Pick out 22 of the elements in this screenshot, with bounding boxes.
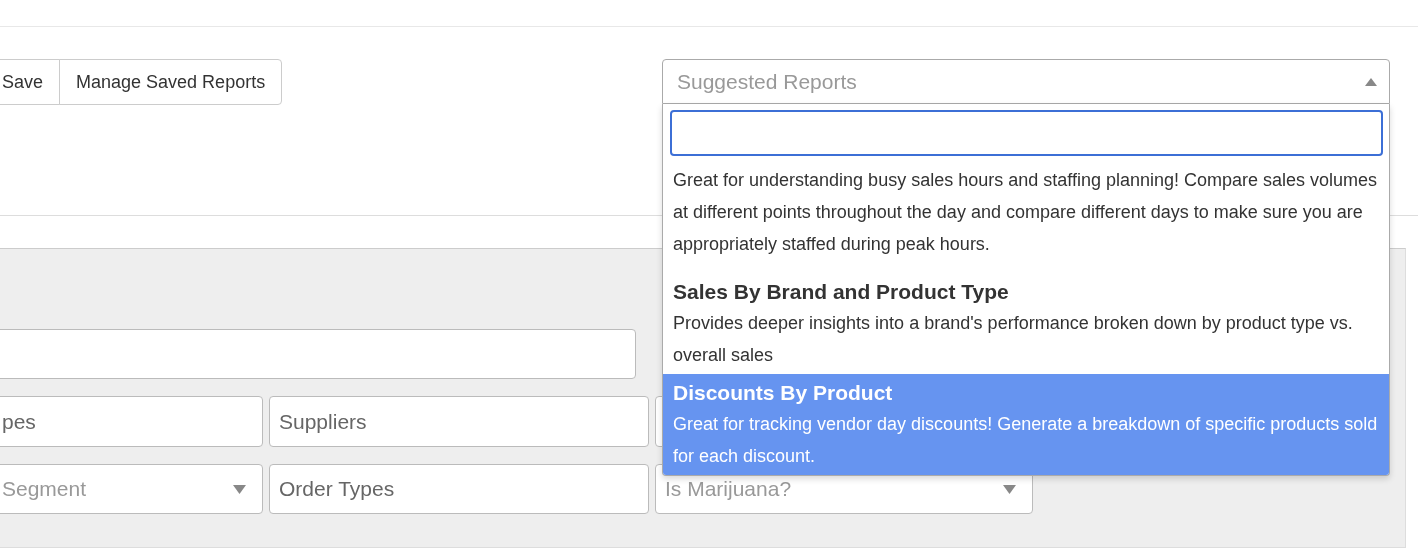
report-option[interactable]: Sales By Brand and Product Type Provides deeper insights into a brand's performance broken down by product type vs. overall sales — [663, 263, 1389, 374]
field-placeholder: Segment — [2, 477, 87, 501]
report-description: Great for understanding busy sales hours and staffing planning! Compare sales volumes at different points throughout the day and compare different days to make sure you are appropriately staffed during peak hours. — [673, 169, 1379, 256]
input-field[interactable] — [0, 329, 636, 379]
caret-down-icon — [1003, 484, 1016, 494]
field-placeholder: Is Marijuana? — [665, 477, 792, 501]
report-title: Sales By Brand and Product Type — [673, 279, 1010, 305]
field-placeholder: Suppliers — [279, 409, 367, 434]
toolbar-button[interactable]: Save — [0, 59, 61, 105]
report-option[interactable]: Discounts By Product Great for tracking vendor day discounts! Generate a breakdown of specific products sold for each discount. — [663, 374, 1389, 475]
input-field[interactable]: Suppliers — [269, 396, 649, 447]
field-placeholder: pes — [2, 409, 36, 434]
caret-down-icon — [233, 484, 246, 494]
input-field[interactable]: pes — [0, 396, 263, 447]
input-field[interactable]: Order Types — [269, 464, 649, 514]
caret-up-icon — [1365, 77, 1377, 86]
report-title: Discounts By Product — [673, 380, 894, 406]
report-description: Provides deeper insights into a brand's performance broken down by product type vs. overall sales — [673, 312, 1354, 367]
select-placeholder: Suggested Reports — [677, 69, 857, 94]
field-placeholder: Order Types — [279, 477, 395, 501]
search-field[interactable] — [670, 110, 1383, 156]
toolbar-button[interactable]: Manage Saved Reports — [59, 59, 283, 105]
